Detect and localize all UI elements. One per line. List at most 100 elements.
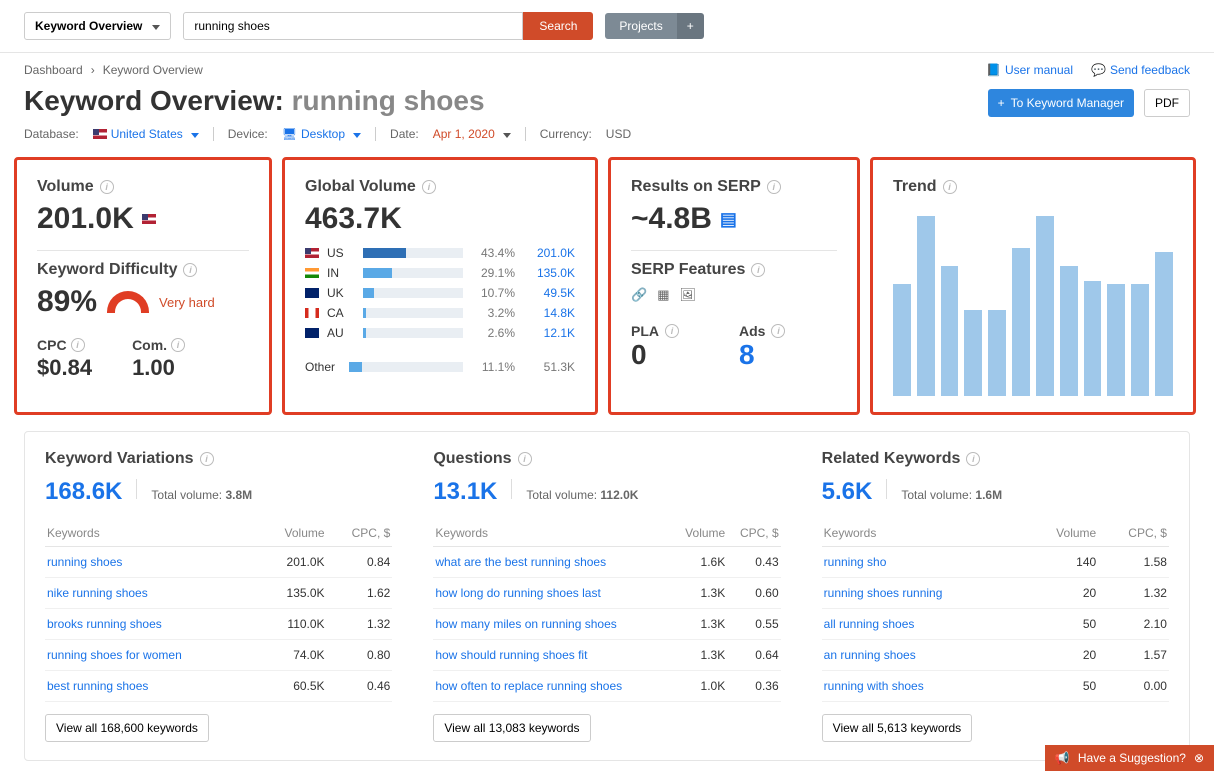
gv-row: US43.4%201.0K xyxy=(305,246,575,260)
view-all-questions-button[interactable]: View all 13,083 keywords xyxy=(433,714,590,742)
table-row: how long do running shoes last1.3K0.60 xyxy=(433,578,780,609)
sitelinks-icon: 🔗 xyxy=(631,287,647,303)
questions-count[interactable]: 13.1K xyxy=(433,478,497,506)
search-button[interactable]: Search xyxy=(523,12,593,40)
keyword-link[interactable]: running with shoes xyxy=(824,679,924,693)
us-flag-icon xyxy=(142,214,156,224)
info-icon[interactable]: i xyxy=(100,180,114,194)
table-row: running shoes for women74.0K0.80 xyxy=(45,640,392,671)
info-icon[interactable]: i xyxy=(966,452,980,466)
gv-vol-link[interactable]: 49.5K xyxy=(523,286,575,300)
trend-bar xyxy=(1012,248,1030,396)
keyword-link[interactable]: an running shoes xyxy=(824,648,916,662)
bar xyxy=(363,328,463,338)
view-all-variations-button[interactable]: View all 168,600 keywords xyxy=(45,714,209,742)
image-icon: 🖼 xyxy=(679,287,696,303)
gv-vol-link[interactable]: 135.0K xyxy=(523,266,575,280)
keyword-link[interactable]: running shoes running xyxy=(824,586,943,600)
chevron-down-icon xyxy=(499,127,511,141)
us-flag-icon xyxy=(93,129,107,139)
flag-icon xyxy=(305,288,319,298)
flag-icon xyxy=(305,268,319,278)
trend-bar xyxy=(1036,216,1054,396)
global-volume-card: Global Volumei 463.7K US43.4%201.0KIN29.… xyxy=(282,157,598,415)
variations-count[interactable]: 168.6K xyxy=(45,478,122,506)
info-icon[interactable]: i xyxy=(665,324,679,338)
keyword-link[interactable]: running shoes xyxy=(47,555,122,569)
info-icon[interactable]: i xyxy=(751,263,765,277)
keyword-link[interactable]: running shoes for women xyxy=(47,648,182,662)
table-row: best running shoes60.5K0.46 xyxy=(45,671,392,702)
info-icon[interactable]: i xyxy=(71,338,85,352)
serp-card: Results on SERPi ~4.8B▤ SERP Featuresi 🔗… xyxy=(608,157,860,415)
com-value: 1.00 xyxy=(132,355,185,381)
crumb-current[interactable]: Keyword Overview xyxy=(103,63,203,77)
info-icon[interactable]: i xyxy=(767,180,781,194)
table-row: running with shoes500.00 xyxy=(822,671,1169,702)
trend-bar xyxy=(964,310,982,396)
keyword-link[interactable]: what are the best running shoes xyxy=(435,555,606,569)
keyword-link[interactable]: running sho xyxy=(824,555,887,569)
search-input[interactable] xyxy=(183,12,523,40)
table-row: running shoes201.0K0.84 xyxy=(45,547,392,578)
keyword-link[interactable]: brooks running shoes xyxy=(47,617,162,631)
suggestion-button[interactable]: 📢 Have a Suggestion? ⊗ xyxy=(1045,745,1214,771)
trend-card: Trendi xyxy=(870,157,1196,415)
table-row: brooks running shoes110.0K1.32 xyxy=(45,609,392,640)
crumb-dashboard[interactable]: Dashboard xyxy=(24,63,83,77)
trend-bar xyxy=(988,310,1006,396)
pla-value: 0 xyxy=(631,339,679,371)
view-all-related-button[interactable]: View all 5,613 keywords xyxy=(822,714,973,742)
gv-vol-link[interactable]: 201.0K xyxy=(523,246,575,260)
related-count[interactable]: 5.6K xyxy=(822,478,873,506)
send-feedback-link[interactable]: 💬Send feedback xyxy=(1091,63,1190,77)
gv-vol-link[interactable]: 12.1K xyxy=(523,326,575,340)
database-selector[interactable]: United States xyxy=(93,127,199,141)
user-manual-link[interactable]: 📘User manual xyxy=(986,63,1073,77)
page-title: Keyword Overview: running shoes xyxy=(24,85,485,117)
keyword-link[interactable]: how many miles on running shoes xyxy=(435,617,616,631)
gv-row: CA3.2%14.8K xyxy=(305,306,575,320)
trend-bar xyxy=(893,284,911,396)
keyword-link[interactable]: nike running shoes xyxy=(47,586,148,600)
to-keyword-manager-button[interactable]: +To Keyword Manager xyxy=(988,89,1134,117)
info-icon[interactable]: i xyxy=(200,452,214,466)
book-icon: 📘 xyxy=(986,63,1001,77)
bar xyxy=(363,248,463,258)
gv-row: AU2.6%12.1K xyxy=(305,326,575,340)
gv-row: UK10.7%49.5K xyxy=(305,286,575,300)
ads-value[interactable]: 8 xyxy=(739,339,785,371)
bar xyxy=(363,308,463,318)
trend-chart xyxy=(893,216,1173,396)
info-icon[interactable]: i xyxy=(518,452,532,466)
add-project-button[interactable]: + xyxy=(677,13,704,39)
table-row: running shoes running201.32 xyxy=(822,578,1169,609)
chevron-down-icon xyxy=(187,127,199,141)
keyword-link[interactable]: all running shoes xyxy=(824,617,915,631)
trend-bar xyxy=(1107,284,1125,396)
date-selector[interactable]: Apr 1, 2020 xyxy=(433,127,511,141)
table-row: an running shoes201.57 xyxy=(822,640,1169,671)
keyword-link[interactable]: best running shoes xyxy=(47,679,148,693)
serp-snapshot-icon[interactable]: ▤ xyxy=(720,209,737,230)
info-icon[interactable]: i xyxy=(771,324,785,338)
flag-icon xyxy=(305,308,319,318)
keyword-link[interactable]: how should running shoes fit xyxy=(435,648,587,662)
info-icon[interactable]: i xyxy=(943,180,957,194)
info-icon[interactable]: i xyxy=(422,180,436,194)
gv-vol-link[interactable]: 14.8K xyxy=(523,306,575,320)
chevron-down-icon xyxy=(148,19,160,33)
device-selector[interactable]: 🖥Desktop xyxy=(282,127,361,141)
table-row: how often to replace running shoes1.0K0.… xyxy=(433,671,780,702)
related-panel: Related Keywordsi 5.6K Total volume: 1.6… xyxy=(801,432,1189,760)
projects-button[interactable]: Projects xyxy=(605,13,676,39)
tool-selector[interactable]: Keyword Overview xyxy=(24,12,171,40)
keyword-link[interactable]: how often to replace running shoes xyxy=(435,679,622,693)
pdf-button[interactable]: PDF xyxy=(1144,89,1190,117)
keyword-link[interactable]: how long do running shoes last xyxy=(435,586,600,600)
close-icon[interactable]: ⊗ xyxy=(1194,751,1204,765)
gv-row: IN29.1%135.0K xyxy=(305,266,575,280)
info-icon[interactable]: i xyxy=(183,263,197,277)
info-icon[interactable]: i xyxy=(171,338,185,352)
trend-bar xyxy=(941,266,959,396)
